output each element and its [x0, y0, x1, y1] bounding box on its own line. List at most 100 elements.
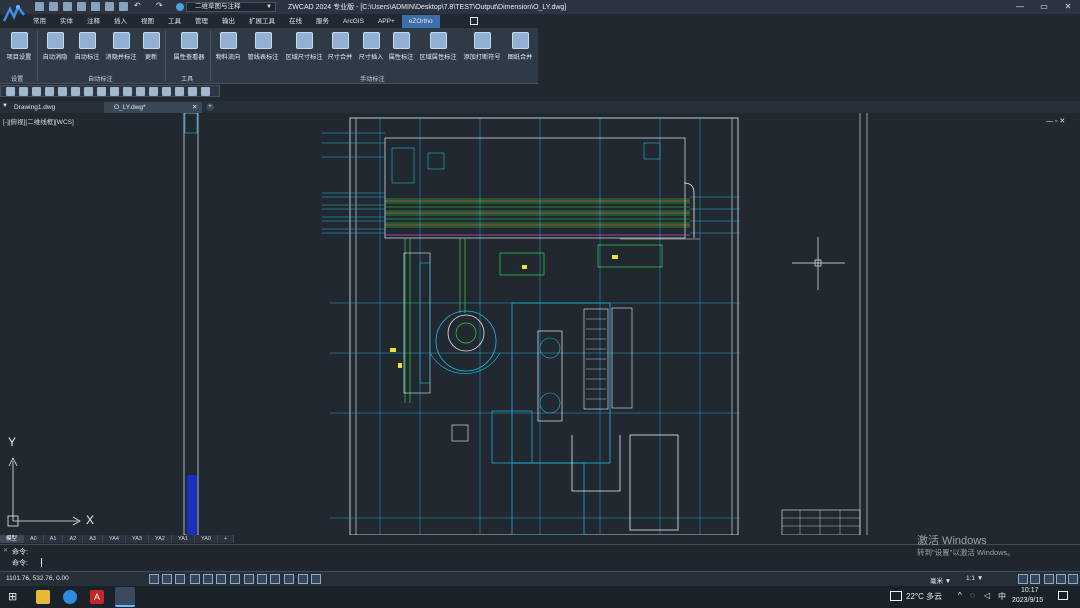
ribbon-button-5[interactable]: 属性查看器 [170, 32, 208, 72]
quick-tool-icon[interactable] [71, 87, 80, 96]
status-tool-icon[interactable] [1068, 574, 1078, 584]
ribbon-button-14[interactable]: 图纸合并 [505, 32, 535, 72]
status-tool-icon[interactable] [1018, 574, 1028, 584]
minimize-button[interactable]: — [1008, 0, 1032, 14]
menu-item-12[interactable]: APP+ [371, 15, 402, 28]
command-input[interactable]: 命令: [12, 558, 28, 568]
quick-tool-icon[interactable] [6, 87, 15, 96]
windows-start-icon[interactable]: ⊞ [8, 590, 22, 604]
save-as-icon[interactable] [77, 2, 86, 11]
unit-selector[interactable]: 毫米 ▼ [930, 575, 951, 585]
ribbon-button-12[interactable]: 区域属性标注 [417, 32, 459, 72]
layout-tab-2[interactable]: A1 [43, 535, 64, 543]
quick-tool-icon[interactable] [149, 87, 158, 96]
zwcad-logo-icon[interactable] [2, 1, 26, 25]
zwcad-app-icon[interactable] [115, 587, 135, 607]
ribbon-button-10[interactable]: 尺寸插入 [356, 32, 386, 72]
ribbon-button-6[interactable]: 物料流向 [213, 32, 243, 72]
quick-tool-icon[interactable] [97, 87, 106, 96]
layout-tab-3[interactable]: A2 [63, 535, 84, 543]
redo-icon[interactable]: ↷ [156, 1, 163, 10]
tab-drawing1[interactable]: Drawing1.dwg [4, 102, 102, 113]
ribbon-button-11[interactable]: 属性标注 [386, 32, 416, 72]
menu-item-3[interactable]: 插入 [107, 15, 134, 28]
menu-item-2[interactable]: 注释 [80, 15, 107, 28]
close-icon[interactable]: ✕ [3, 547, 8, 554]
notification-icon[interactable] [1058, 591, 1068, 600]
quick-tool-icon[interactable] [58, 87, 67, 96]
status-toggle-icon[interactable] [203, 574, 213, 584]
status-toggle-icon[interactable] [175, 574, 185, 584]
menu-item-11[interactable]: ArcGIS [336, 15, 371, 28]
save-icon[interactable] [63, 2, 72, 11]
menu-item-9[interactable]: 在线 [282, 15, 309, 28]
quick-tool-icon[interactable] [123, 87, 132, 96]
print-icon[interactable] [91, 2, 100, 11]
ribbon-button-1[interactable]: 自动消隐 [40, 32, 70, 72]
weather-text[interactable]: 22°C 多云 [906, 591, 942, 602]
ribbon-button-0[interactable]: 项目设置 [4, 32, 34, 72]
file-explorer-icon[interactable] [36, 590, 50, 604]
layout-tab-10[interactable]: + [217, 535, 235, 543]
status-toggle-icon[interactable] [244, 574, 254, 584]
status-tool-icon[interactable] [1056, 574, 1066, 584]
status-toggle-icon[interactable] [162, 574, 172, 584]
ribbon-button-2[interactable]: 自动标注 [72, 32, 102, 72]
status-toggle-icon[interactable] [230, 574, 240, 584]
tray-arrow-icon[interactable]: ^ [958, 591, 962, 600]
ribbon-button-8[interactable]: 区域尺寸标注 [283, 32, 325, 72]
layout-tab-4[interactable]: A3 [83, 535, 103, 543]
new-file-icon[interactable] [35, 2, 44, 11]
menu-item-1[interactable]: 实体 [53, 15, 80, 28]
status-toggle-icon[interactable] [298, 574, 308, 584]
status-toggle-icon[interactable] [284, 574, 294, 584]
close-icon[interactable]: ✕ [192, 102, 197, 113]
viewport-label[interactable]: [-][俯视][二维线框][WCS] [3, 116, 74, 126]
quick-tool-icon[interactable] [201, 87, 210, 96]
status-toggle-icon[interactable] [216, 574, 226, 584]
ime-indicator[interactable]: 中 [998, 591, 1006, 602]
status-toggle-icon[interactable] [149, 574, 159, 584]
workspace-select[interactable]: 二维草图与注释 ▼ [186, 2, 276, 12]
menu-item-6[interactable]: 管理 [188, 15, 215, 28]
autocad-app-icon[interactable]: A [90, 590, 104, 604]
layout-tab-9[interactable]: YA0 [194, 535, 218, 543]
ribbon-button-7[interactable]: 管线表标注 [244, 32, 282, 72]
status-toggle-icon[interactable] [257, 574, 267, 584]
layout-tab-7[interactable]: YA2 [148, 535, 172, 543]
status-toggle-icon[interactable] [190, 574, 200, 584]
status-toggle-icon[interactable] [270, 574, 280, 584]
edge-browser-icon[interactable] [63, 590, 77, 604]
tab-o-ly[interactable]: O_LY.dwg* ✕ [104, 102, 202, 113]
network-icon[interactable]: ◌ [970, 591, 975, 600]
quick-tool-icon[interactable] [110, 87, 119, 96]
menu-item-10[interactable]: 服务 [309, 15, 336, 28]
quick-tool-icon[interactable] [136, 87, 145, 96]
drawing-canvas[interactable]: Y X — ▫ ✕ [0, 112, 1080, 536]
ribbon-button-9[interactable]: 尺寸合并 [325, 32, 355, 72]
new-tab-icon[interactable]: + [206, 103, 214, 111]
menu-item-0[interactable]: 常用 [26, 15, 53, 28]
ribbon-button-13[interactable]: 添加打断符号 [460, 32, 504, 72]
quick-tool-icon[interactable] [175, 87, 184, 96]
quick-tool-icon[interactable] [19, 87, 28, 96]
open-file-icon[interactable] [49, 2, 58, 11]
layout-tab-6[interactable]: YA3 [125, 535, 149, 543]
menu-item-8[interactable]: 扩展工具 [242, 15, 282, 28]
quick-tool-icon[interactable] [162, 87, 171, 96]
status-tool-icon[interactable] [1030, 574, 1040, 584]
layout-tab-1[interactable]: A0 [24, 535, 44, 543]
status-tool-icon[interactable] [1044, 574, 1054, 584]
volume-icon[interactable]: ◁ [984, 591, 990, 600]
quick-tool-icon[interactable] [188, 87, 197, 96]
close-button[interactable]: ✕ [1056, 0, 1080, 14]
quick-tool-icon[interactable] [45, 87, 54, 96]
scale-selector[interactable]: 1:1 ▼ [966, 575, 983, 582]
plot-icon[interactable] [105, 2, 114, 11]
copy-icon[interactable] [119, 2, 128, 11]
quick-tool-icon[interactable] [32, 87, 41, 96]
undo-icon[interactable]: ↶ [134, 1, 141, 10]
layout-tab-0[interactable]: 模型 [0, 535, 25, 543]
menu-item-5[interactable]: 工具 [161, 15, 188, 28]
clock-date[interactable]: 2023/9/15 [1012, 597, 1043, 604]
